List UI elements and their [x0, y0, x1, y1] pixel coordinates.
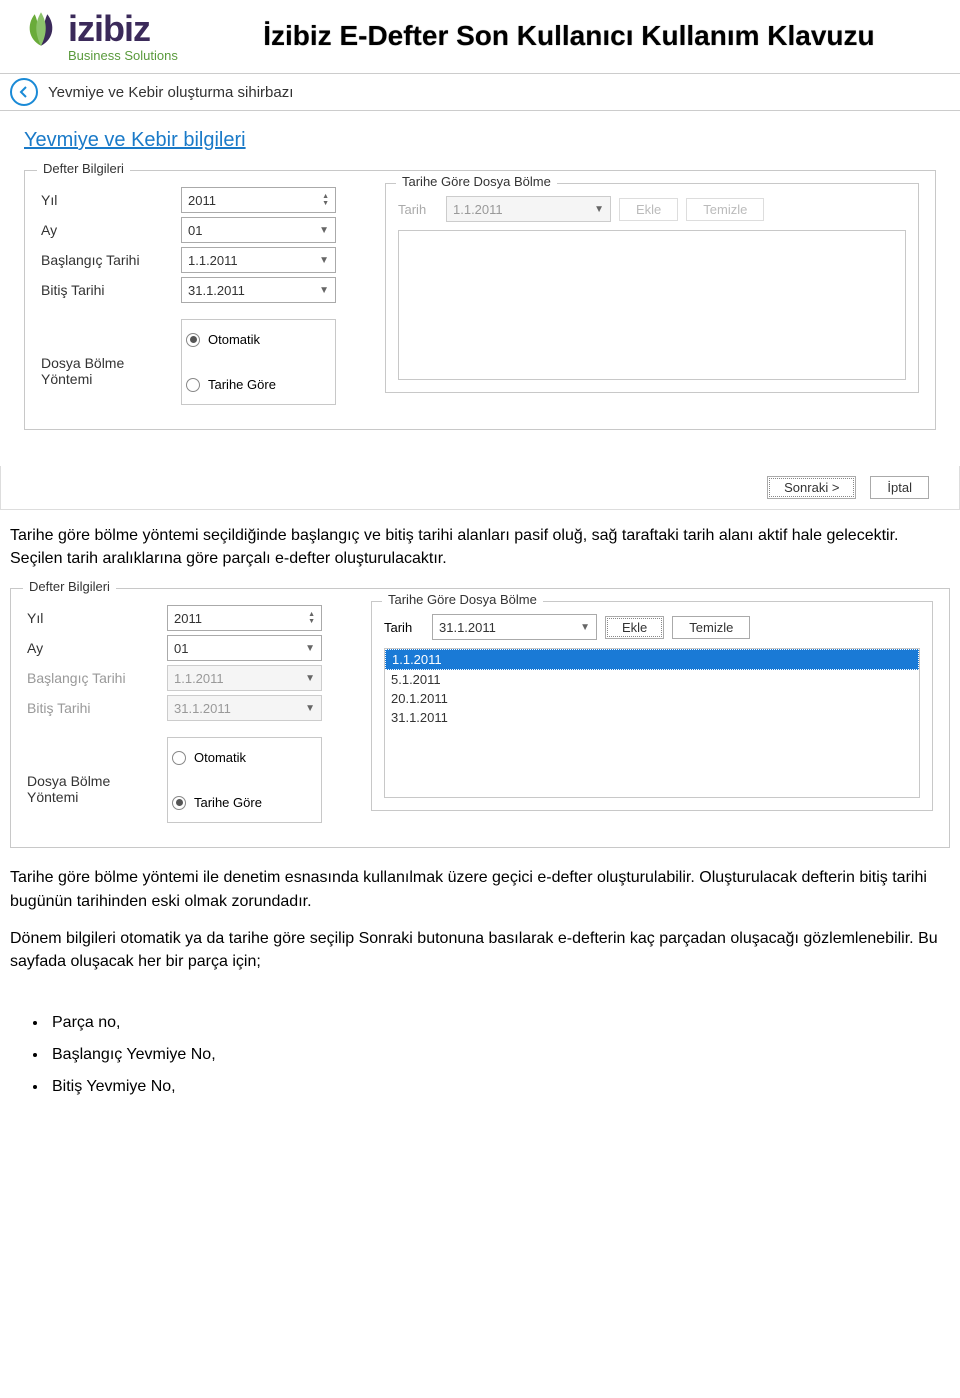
section-title: Yevmiye ve Kebir bilgileri [24, 129, 936, 152]
spinner-icon[interactable]: ▲▼ [308, 611, 315, 625]
logo-subtext: Business Solutions [68, 48, 178, 63]
bolme-label: Dosya Bölme Yöntemi [27, 773, 157, 805]
logo: izibiz Business Solutions [20, 8, 178, 63]
chevron-down-icon: ▼ [594, 204, 604, 215]
otomatik-radio-row[interactable]: Otomatik [186, 332, 331, 347]
otomatik-radio-label: Otomatik [194, 750, 246, 765]
date-listbox-empty [398, 230, 906, 380]
chevron-down-icon: ▼ [305, 643, 315, 654]
radio-icon[interactable] [186, 378, 200, 392]
chevron-down-icon: ▼ [319, 255, 329, 266]
defter-legend: Defter Bilgileri [37, 161, 130, 176]
radio-icon[interactable] [172, 796, 186, 810]
bullet-list: Parça no, Başlangıç Yevmiye No, Bitiş Ye… [0, 1003, 960, 1123]
bitis-label: Bitiş Tarihi [41, 282, 171, 298]
tarih-label: Tarih [398, 202, 438, 217]
logo-text: izibiz [68, 11, 150, 47]
date-listbox[interactable]: 1.1.2011 5.1.2011 20.1.2011 31.1.2011 [384, 648, 920, 798]
baslangic-input[interactable]: 1.1.2011 ▼ [181, 247, 336, 273]
chevron-down-icon: ▼ [580, 622, 590, 633]
bullet-item: Parça no, [48, 1007, 950, 1039]
baslangic-label: Başlangıç Tarihi [41, 252, 171, 268]
chevron-down-icon: ▼ [319, 225, 329, 236]
bolme-radio-group-2: Otomatik Tarihe Göre [167, 737, 322, 823]
chevron-down-icon: ▼ [305, 703, 315, 714]
baslangic-value: 1.1.2011 [188, 253, 238, 268]
chevron-down-icon: ▼ [305, 673, 315, 684]
radio-icon[interactable] [172, 751, 186, 765]
ay-input[interactable]: 01 ▼ [181, 217, 336, 243]
yil-input[interactable]: 2011 ▲▼ [181, 187, 336, 213]
tarih-value: 1.1.2011 [453, 202, 503, 217]
paragraph-2: Tarihe göre bölme yöntemi ile denetim es… [0, 852, 960, 926]
bitis-value: 31.1.2011 [174, 701, 231, 716]
iptal-button[interactable]: İptal [870, 476, 929, 499]
ay-value: 01 [174, 641, 188, 656]
tarih-input[interactable]: 31.1.2011 ▼ [432, 614, 597, 640]
bullet-item: Başlangıç Yevmiye No, [48, 1039, 950, 1071]
ay-label: Ay [27, 640, 157, 656]
ekle-button[interactable]: Ekle [605, 616, 664, 639]
bitis-input[interactable]: 31.1.2011 ▼ [181, 277, 336, 303]
bolme-label: Dosya Bölme Yöntemi [41, 355, 171, 387]
radio-icon[interactable] [186, 333, 200, 347]
spinner-icon[interactable]: ▲▼ [322, 193, 329, 207]
tarihe-gore-radio-row[interactable]: Tarihe Göre [186, 377, 331, 392]
tarih-bolme-fieldset-2: Tarihe Göre Dosya Bölme Tarih 31.1.2011 … [371, 601, 933, 811]
tarih-input-disabled: 1.1.2011 ▼ [446, 196, 611, 222]
yil-label: Yıl [41, 192, 171, 208]
yil-input[interactable]: 2011 ▲▼ [167, 605, 322, 631]
temizle-button[interactable]: Temizle [672, 616, 750, 639]
ay-input[interactable]: 01 ▼ [167, 635, 322, 661]
chevron-down-icon: ▼ [319, 285, 329, 296]
ay-value: 01 [188, 223, 202, 238]
ekle-button: Ekle [619, 198, 678, 221]
wizard-body-1: Yevmiye ve Kebir bilgileri Defter Bilgil… [0, 111, 960, 436]
leaf-icon [20, 8, 62, 50]
list-item[interactable]: 5.1.2011 [385, 670, 919, 689]
otomatik-radio-label: Otomatik [208, 332, 260, 347]
list-item[interactable]: 1.1.2011 [385, 649, 919, 670]
bitis-label-disabled: Bitiş Tarihi [27, 700, 157, 716]
baslangic-value: 1.1.2011 [174, 671, 224, 686]
tarih-bolme-legend: Tarihe Göre Dosya Bölme [396, 174, 557, 189]
tarih-label: Tarih [384, 620, 424, 635]
paragraph-1: Tarihe göre bölme yöntemi seçildiğinde b… [0, 510, 960, 584]
list-item[interactable]: 20.1.2011 [385, 689, 919, 708]
bullet-item: Bitiş Yevmiye No, [48, 1071, 950, 1103]
list-item[interactable]: 31.1.2011 [385, 708, 919, 727]
defter-legend-2: Defter Bilgileri [23, 579, 116, 594]
defter-fieldset: Defter Bilgileri Yıl 2011 ▲▼ Ay 01 ▼ [24, 170, 936, 430]
tarih-bolme-fieldset: Tarihe Göre Dosya Bölme Tarih 1.1.2011 ▼… [385, 183, 919, 393]
yil-value: 2011 [188, 193, 216, 208]
yil-value: 2011 [174, 611, 202, 626]
back-icon[interactable] [10, 78, 38, 106]
tarihe-gore-radio-label: Tarihe Göre [208, 377, 276, 392]
tarihe-gore-radio-label: Tarihe Göre [194, 795, 262, 810]
otomatik-radio-row[interactable]: Otomatik [172, 750, 317, 765]
bolme-radio-group: Otomatik Tarihe Göre [181, 319, 336, 405]
bitis-value: 31.1.2011 [188, 283, 245, 298]
tarih-value: 31.1.2011 [439, 620, 496, 635]
wizard-bar: Yevmiye ve Kebir oluşturma sihirbazı [0, 73, 960, 111]
tarih-bolme-legend-2: Tarihe Göre Dosya Bölme [382, 592, 543, 607]
wizard-footer: Sonraki > İptal [0, 466, 960, 510]
wizard-title: Yevmiye ve Kebir oluşturma sihirbazı [48, 84, 293, 101]
panel2-wrapper: Defter Bilgileri Yıl 2011 ▲▼ Ay 01 ▼ [0, 584, 960, 852]
sonraki-button[interactable]: Sonraki > [767, 476, 856, 499]
ay-label: Ay [41, 222, 171, 238]
bitis-input-disabled: 31.1.2011 ▼ [167, 695, 322, 721]
temizle-button: Temizle [686, 198, 764, 221]
paragraph-3: Dönem bilgileri otomatik ya da tarihe gö… [0, 927, 960, 987]
document-title: İzibiz E-Defter Son Kullanıcı Kullanım K… [198, 20, 940, 52]
baslangic-label-disabled: Başlangıç Tarihi [27, 670, 157, 686]
baslangic-input-disabled: 1.1.2011 ▼ [167, 665, 322, 691]
yil-label: Yıl [27, 610, 157, 626]
defter-fieldset-2: Defter Bilgileri Yıl 2011 ▲▼ Ay 01 ▼ [10, 588, 950, 848]
page-header: izibiz Business Solutions İzibiz E-Defte… [0, 0, 960, 67]
tarihe-gore-radio-row[interactable]: Tarihe Göre [172, 795, 317, 810]
